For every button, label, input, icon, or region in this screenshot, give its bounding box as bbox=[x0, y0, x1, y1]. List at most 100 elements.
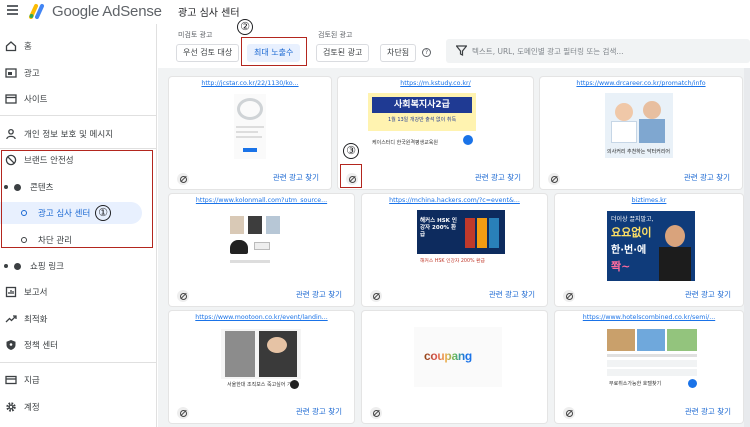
ad-url-link[interactable]: https://www.hotelscombined.co.kr/semi/..… bbox=[555, 314, 743, 321]
ad-creative-image bbox=[224, 210, 296, 275]
search-input[interactable] bbox=[472, 44, 742, 58]
ad-creative-image: 의사커리 추천하는 닥터커리어 bbox=[605, 93, 673, 158]
ad-subline: 1월 13일 개강반 출석 없이 취득 bbox=[387, 117, 457, 123]
payments-icon bbox=[5, 375, 17, 385]
sidebar-divider bbox=[0, 115, 156, 116]
ad-url-link[interactable]: https://www.drcareer.co.kr/promatch/info bbox=[540, 80, 742, 87]
sidebar-item-sites[interactable]: 사이트 bbox=[0, 88, 156, 110]
ad-card[interactable]: https://www.drcareer.co.kr/promatch/info… bbox=[540, 77, 742, 189]
chip-reviewed-ads[interactable]: 검토된 광고 bbox=[316, 44, 370, 62]
ad-url-link[interactable]: https://www.mootoon.co.kr/event/landin..… bbox=[169, 314, 354, 321]
ad-headline: 사회복지사2급 bbox=[372, 97, 472, 113]
block-ad-icon[interactable] bbox=[177, 173, 189, 185]
ad-creative-image: 사회복지사2급 1월 13일 개강반 출석 없이 취득 케이스터디 한국원격평생… bbox=[368, 93, 476, 158]
ad-creative-image bbox=[234, 94, 266, 159]
ad-footer-text: 해커스 HSK 인강자 200% 환급 bbox=[420, 259, 485, 264]
ad-line-4: 쫙~ bbox=[611, 260, 631, 273]
reviewed-ads-label: 검토된 광고 bbox=[318, 31, 353, 39]
sidebar-item-label: 개인 정보 보호 및 메시지 bbox=[24, 130, 114, 140]
block-ad-icon[interactable] bbox=[548, 173, 560, 185]
search-box[interactable] bbox=[446, 39, 750, 63]
related-ads-link[interactable]: 관련 광고 찾기 bbox=[685, 406, 731, 417]
ad-grid: http://jcstar.co.kr/22/1130/ko... 관련 광고 … bbox=[158, 68, 750, 427]
sidebar-item-home[interactable]: 홈 bbox=[0, 35, 156, 57]
ad-card[interactable]: https://m.kstudy.co.kr/ 사회복지사2급 1월 13일 개… bbox=[338, 77, 533, 189]
chip-blocked[interactable]: 차단됨 bbox=[380, 44, 417, 62]
sidebar-item-ads[interactable]: 광고 bbox=[0, 62, 156, 84]
annotation-number-3: ③ bbox=[343, 143, 359, 159]
ad-url-link[interactable]: http://jcstar.co.kr/22/1130/ko... bbox=[169, 80, 331, 87]
coupang-logo: coupang bbox=[424, 349, 472, 363]
block-ad-icon[interactable] bbox=[370, 290, 382, 302]
ad-url-link[interactable]: biztimes.kr bbox=[555, 197, 743, 204]
sidebar-item-policy-center[interactable]: 정책 센터 bbox=[0, 334, 156, 356]
unreviewed-ads-label: 미검토 광고 bbox=[178, 31, 213, 39]
related-ads-link[interactable]: 관련 광고 찾기 bbox=[685, 289, 731, 300]
block-ad-icon[interactable] bbox=[370, 407, 382, 419]
menu-icon[interactable] bbox=[7, 5, 18, 16]
trending-up-icon bbox=[5, 315, 17, 323]
ad-line-1: 더이상 끌지말고, bbox=[611, 216, 654, 223]
sidebar-item-label: 계정 bbox=[24, 403, 40, 413]
ad-creative-image: 해커스 HSK 인강자 200% 환급 해커스 HSK 인강자 200% 환급 bbox=[417, 210, 505, 275]
vertical-scrollbar[interactable] bbox=[744, 68, 750, 427]
block-ad-icon[interactable] bbox=[563, 407, 575, 419]
ad-footer-text: 무료취소가능한 호텔찾기 bbox=[609, 381, 662, 387]
ad-caption: 의사커리 추천하는 닥터커리어 bbox=[607, 149, 670, 155]
sidebar-item-reports[interactable]: 보고서 bbox=[0, 281, 156, 303]
annotation-box-most-impressions bbox=[241, 37, 307, 66]
ad-url-link[interactable]: https://m.kstudy.co.kr/ bbox=[338, 80, 533, 87]
block-ad-icon[interactable] bbox=[177, 290, 189, 302]
ad-headline: 해커스 HSK 인강자 200% 환급 bbox=[420, 218, 457, 238]
bullet-icon bbox=[14, 262, 21, 270]
sidebar-item-payments[interactable]: 지급 bbox=[0, 369, 156, 391]
sidebar-divider bbox=[0, 362, 156, 363]
ad-card[interactable]: https://www.kolonmall.com?utm_source... … bbox=[169, 194, 354, 306]
ad-card[interactable]: https://www.hotelscombined.co.kr/semi/..… bbox=[555, 311, 743, 423]
adsense-logo-icon bbox=[29, 4, 44, 19]
ad-card[interactable]: biztimes.kr 더이상 끌지말고, 요요없이 한·번·에 쫙~ 관련 광… bbox=[555, 194, 743, 306]
chip-priority-review[interactable]: 우선 검토 대상 bbox=[176, 44, 240, 62]
ad-creative-image: coupang bbox=[414, 327, 502, 387]
coupang-brand-text: coupang bbox=[424, 349, 472, 363]
block-ad-icon[interactable] bbox=[177, 407, 189, 419]
sidebar-item-optimization[interactable]: 최적화 bbox=[0, 308, 156, 330]
help-icon[interactable]: ? bbox=[422, 48, 431, 57]
ad-line-3: 한·번·에 bbox=[611, 245, 647, 256]
ad-line-2: 요요없이 bbox=[611, 226, 652, 239]
ad-url-link[interactable]: https://mchina.hackers.com/?c=event&... bbox=[362, 197, 547, 204]
related-ads-link[interactable]: 관련 광고 찾기 bbox=[296, 406, 342, 417]
ad-card[interactable]: http://jcstar.co.kr/22/1130/ko... 관련 광고 … bbox=[169, 77, 331, 189]
page-title: 광고 심사 센터 bbox=[178, 8, 240, 19]
sidebar-item-label: 홈 bbox=[24, 42, 32, 52]
ads-icon bbox=[5, 68, 17, 78]
expand-dot-icon bbox=[4, 264, 8, 268]
app-name: Google AdSense bbox=[52, 3, 162, 20]
top-app-bar: Google AdSense 광고 심사 센터 bbox=[0, 0, 750, 24]
reports-icon bbox=[5, 286, 17, 298]
related-ads-link[interactable]: 관련 광고 찾기 bbox=[489, 289, 535, 300]
block-ad-icon[interactable] bbox=[563, 290, 575, 302]
home-icon bbox=[5, 41, 17, 52]
related-ads-link[interactable]: 관련 광고 찾기 bbox=[273, 172, 319, 183]
person-icon bbox=[6, 128, 16, 140]
filter-icon bbox=[456, 45, 467, 56]
ad-card[interactable]: coupang bbox=[362, 311, 547, 423]
shield-icon bbox=[6, 340, 16, 350]
related-ads-link[interactable]: 관련 광고 찾기 bbox=[475, 172, 521, 183]
ad-footer-text: 서울한대 조직보스 죽고싶어 가다 bbox=[227, 382, 297, 388]
sites-icon bbox=[5, 94, 17, 104]
sidebar-item-label: 지급 bbox=[24, 376, 40, 386]
ad-card[interactable]: https://www.mootoon.co.kr/event/landin..… bbox=[169, 311, 354, 423]
annotation-number-1: ① bbox=[95, 205, 111, 221]
sidebar-item-label: 사이트 bbox=[24, 95, 48, 105]
ad-card[interactable]: https://mchina.hackers.com/?c=event&... … bbox=[362, 194, 547, 306]
sidebar-item-privacy-messaging[interactable]: 개인 정보 보호 및 메시지 bbox=[0, 123, 156, 145]
related-ads-link[interactable]: 관련 광고 찾기 bbox=[684, 172, 730, 183]
sidebar-item-shopping-links[interactable]: 쇼핑 링크 bbox=[0, 255, 156, 277]
related-ads-link[interactable]: 관련 광고 찾기 bbox=[296, 289, 342, 300]
gear-icon bbox=[6, 402, 16, 412]
sidebar-item-account[interactable]: 계정 bbox=[0, 396, 156, 418]
ad-url-link[interactable]: https://www.kolonmall.com?utm_source... bbox=[169, 197, 354, 204]
ad-creative-image: 더이상 끌지말고, 요요없이 한·번·에 쫙~ bbox=[607, 211, 695, 281]
